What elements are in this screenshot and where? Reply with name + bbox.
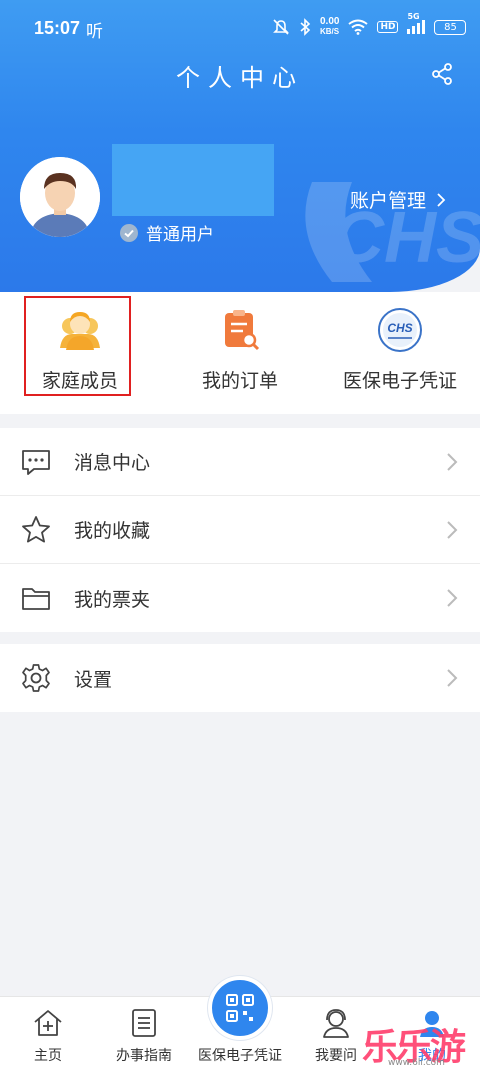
- status-time: 15:07: [34, 18, 81, 38]
- hd-badge: HD: [377, 21, 399, 33]
- message-icon: [22, 449, 50, 475]
- menu-item-my-ticket-folder-label: 我的票夹: [74, 588, 151, 611]
- home-icon: [34, 1010, 62, 1036]
- folder-icon: [22, 588, 50, 610]
- chs-badge-icon: CHS: [378, 308, 422, 352]
- share-icon[interactable]: [430, 62, 454, 86]
- battery-indicator: 85: [434, 19, 467, 35]
- gear-icon: [22, 664, 50, 692]
- status-bar: 15:07 听 0.00 KB/S HD 5G 85: [0, 0, 480, 56]
- highlight-box: [24, 296, 131, 396]
- quick-medical-insurance-voucher[interactable]: CHS 医保电子凭证: [320, 292, 480, 414]
- net-speed: 0.00 KB/S: [320, 17, 339, 37]
- net-speed-unit: KB/S: [320, 27, 340, 36]
- site-watermark-url: www.6ll.com: [388, 1058, 445, 1068]
- nav-home-label: 主页: [34, 1048, 62, 1064]
- nav-guide-label: 办事指南: [116, 1048, 172, 1064]
- customer-service-icon: [323, 1009, 349, 1038]
- quick-medical-insurance-voucher-label: 医保电子凭证: [342, 370, 457, 392]
- profile-header: CHS 15:07 听 0.00 KB/S HD 5G 85 个人中心 普通用户…: [0, 0, 480, 292]
- signal-icon: 5G: [407, 12, 426, 34]
- check-circle-icon: [120, 223, 138, 242]
- menu-item-message-center[interactable]: 消息中心: [0, 428, 480, 496]
- menu-group-main: 消息中心 我的收藏 我的票夹: [0, 428, 480, 632]
- nav-center-voucher-button[interactable]: [208, 976, 272, 1040]
- account-management-link[interactable]: 账户管理: [350, 186, 446, 213]
- nav-guide[interactable]: 办事指南: [96, 1007, 192, 1065]
- menu-item-settings-label: 设置: [74, 668, 113, 691]
- chevron-right-icon: [437, 192, 446, 207]
- avatar[interactable]: [20, 157, 100, 237]
- user-type: 普通用户: [120, 220, 214, 245]
- star-icon: [22, 515, 50, 542]
- order-icon: [225, 310, 260, 351]
- nav-ask-label: 我要问: [315, 1048, 357, 1064]
- avatar-image: [20, 157, 100, 237]
- menu-item-message-center-label: 消息中心: [74, 452, 151, 474]
- battery-level: 85: [444, 21, 457, 33]
- status-app-indicator: 听: [86, 22, 103, 42]
- menu-item-my-favorites-label: 我的收藏: [74, 520, 151, 542]
- menu-item-settings[interactable]: 设置: [0, 644, 480, 712]
- guide-document-icon: [132, 1009, 156, 1037]
- mute-icon: [273, 19, 289, 35]
- status-icons: 0.00 KB/S HD 5G 85: [272, 12, 467, 37]
- menu-item-my-favorites[interactable]: 我的收藏: [0, 496, 480, 564]
- quick-my-orders-label: 我的订单: [201, 370, 278, 392]
- bluetooth-icon: [300, 18, 311, 36]
- account-management-label: 账户管理: [350, 190, 427, 212]
- chs-badge-text: CHS: [387, 321, 412, 335]
- net-speed-value: 0.00: [320, 16, 340, 27]
- wifi-icon: [348, 19, 369, 35]
- nav-center-label: 医保电子凭证: [198, 1048, 282, 1064]
- menu-group-settings: 设置: [0, 644, 480, 712]
- username-redacted: [112, 144, 274, 216]
- signal-label: 5G: [407, 12, 420, 21]
- user-type-label: 普通用户: [146, 225, 214, 245]
- chevron-right-icon: [447, 589, 458, 607]
- quick-my-orders[interactable]: 我的订单: [160, 292, 320, 414]
- chevron-right-icon: [447, 669, 458, 687]
- chevron-right-icon: [447, 453, 458, 471]
- qr-code-icon: [226, 994, 254, 1022]
- page-title: 个人中心: [176, 64, 304, 92]
- menu-item-my-ticket-folder[interactable]: 我的票夹: [0, 564, 480, 632]
- chevron-right-icon: [447, 521, 458, 539]
- nav-home[interactable]: 主页: [0, 1007, 96, 1065]
